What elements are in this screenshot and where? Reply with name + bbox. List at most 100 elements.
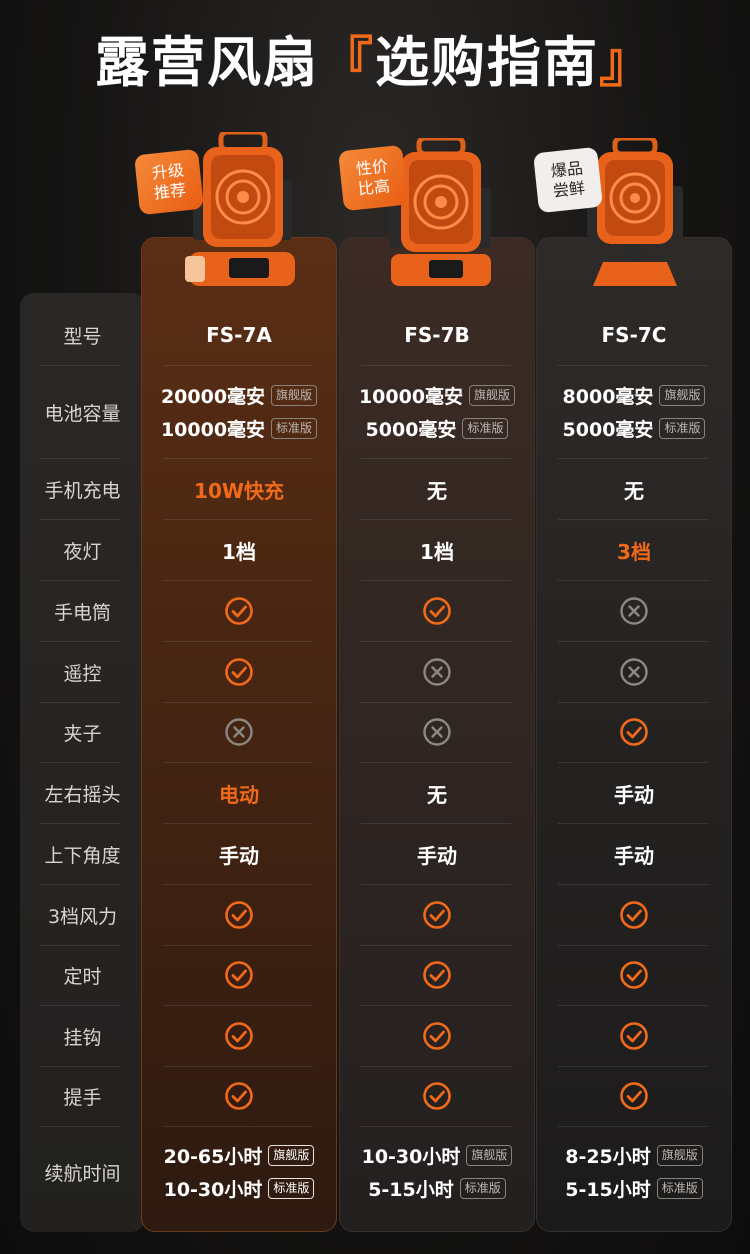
cell-hook-fs-7c bbox=[536, 1006, 732, 1066]
row-label-tilt-ud: 上下角度 bbox=[44, 844, 121, 867]
runtime-value: 10-30小时 bbox=[163, 1179, 263, 1201]
check-icon bbox=[422, 1081, 452, 1111]
check-icon bbox=[224, 596, 254, 626]
cell-tilt-ud-fs-7c: 手动 bbox=[536, 824, 732, 884]
cell-remote-fs-7c bbox=[536, 642, 732, 702]
model-name: FS-7C bbox=[601, 323, 667, 347]
check-icon bbox=[224, 1021, 254, 1051]
battery-value: 5000毫安 bbox=[365, 419, 457, 441]
cell-runtime-fs-7b: 10-30小时 旗舰版 5-15小时 标准版 bbox=[339, 1127, 535, 1217]
cell-swing-lr-fs-7b: 无 bbox=[339, 763, 535, 823]
check-icon bbox=[224, 960, 254, 990]
check-icon bbox=[224, 657, 254, 687]
row-label-swing-lr: 左右摇头 bbox=[44, 783, 121, 806]
check-icon bbox=[422, 960, 452, 990]
battery-value: 10000毫安 bbox=[358, 386, 464, 408]
check-icon bbox=[422, 900, 452, 930]
feature-value: 1档 bbox=[420, 539, 454, 564]
badge-line: 推荐 bbox=[153, 180, 187, 203]
row-label-hook: 挂钩 bbox=[63, 1026, 102, 1049]
edition-tag: 旗舰版 bbox=[271, 385, 318, 406]
runtime-value: 5-15小时 bbox=[368, 1179, 454, 1201]
edition-tag: 旗舰版 bbox=[659, 385, 706, 406]
cell-charging-fs-7c: 无 bbox=[536, 459, 732, 519]
edition-tag: 旗舰版 bbox=[268, 1145, 315, 1166]
check-icon bbox=[224, 1081, 254, 1111]
row-label-nightlight: 夜灯 bbox=[63, 540, 102, 563]
row-label-timer: 定时 bbox=[63, 965, 102, 988]
page-title: 露营风扇『选购指南』 bbox=[0, 18, 750, 97]
cell-swing-lr-fs-7c: 手动 bbox=[536, 763, 732, 823]
title-accent-text: 选购指南 bbox=[375, 31, 599, 94]
feature-value: 无 bbox=[624, 478, 644, 503]
cell-charging-fs-7b: 无 bbox=[339, 459, 535, 519]
battery-value: 8000毫安 bbox=[562, 386, 654, 408]
cell-flashlight-fs-7b bbox=[339, 581, 535, 641]
cross-icon bbox=[619, 657, 649, 687]
badge-line: 比高 bbox=[357, 176, 391, 199]
feature-value: 1档 bbox=[222, 539, 256, 564]
cell-handle-fs-7b bbox=[339, 1066, 535, 1126]
cell-wind-fs-7a bbox=[141, 885, 337, 945]
cell-nightlight-fs-7b: 1档 bbox=[339, 520, 535, 580]
badge-line: 尝鲜 bbox=[552, 178, 586, 201]
battery-values: 10000毫安 旗舰版 5000毫安 标准版 bbox=[358, 382, 516, 442]
row-label-model: 型号 bbox=[63, 325, 102, 348]
edition-tag: 旗舰版 bbox=[469, 385, 516, 406]
cell-swing-lr-fs-7a: 电动 bbox=[141, 763, 337, 823]
battery-value: 5000毫安 bbox=[562, 419, 654, 441]
cell-runtime-fs-7c: 8-25小时 旗舰版 5-15小时 标准版 bbox=[536, 1127, 732, 1217]
model-name: FS-7A bbox=[206, 323, 272, 347]
badge-hot-try: 爆品 尝鲜 bbox=[533, 146, 603, 214]
battery-values: 8000毫安 旗舰版 5000毫安 标准版 bbox=[563, 382, 706, 442]
cross-icon bbox=[619, 596, 649, 626]
product-image-fs-7c bbox=[587, 138, 683, 286]
badge-upgrade-recommended: 升级 推荐 bbox=[134, 148, 204, 216]
edition-tag: 标准版 bbox=[659, 418, 706, 439]
row-label-clip: 夹子 bbox=[63, 722, 102, 745]
cell-clip-fs-7c bbox=[536, 702, 732, 762]
runtime-line: 10-30小时 旗舰版 bbox=[362, 1142, 513, 1169]
cell-flashlight-fs-7a bbox=[141, 581, 337, 641]
cell-wind-fs-7b bbox=[339, 885, 535, 945]
feature-value: 无 bbox=[427, 478, 447, 503]
title-bracket-close: 』 bbox=[599, 31, 655, 94]
cell-tilt-ud-fs-7a: 手动 bbox=[141, 824, 337, 884]
row-label-runtime: 续航时间 bbox=[44, 1162, 121, 1185]
cross-icon bbox=[224, 717, 254, 747]
feature-value: 3档 bbox=[617, 539, 651, 564]
row-label-battery: 电池容量 bbox=[44, 402, 121, 425]
row-label-charging: 手机充电 bbox=[44, 479, 121, 502]
runtime-line: 8-25小时 旗舰版 bbox=[565, 1142, 703, 1169]
cell-model-fs-7c: FS-7C bbox=[536, 305, 732, 365]
feature-value: 无 bbox=[427, 782, 447, 807]
cell-timer-fs-7a bbox=[141, 945, 337, 1005]
cell-model-fs-7a: FS-7A bbox=[141, 305, 337, 365]
cell-wind-fs-7c bbox=[536, 885, 732, 945]
runtime-values: 8-25小时 旗舰版 5-15小时 标准版 bbox=[565, 1142, 703, 1202]
check-icon bbox=[619, 1021, 649, 1051]
cell-timer-fs-7b bbox=[339, 945, 535, 1005]
cell-hook-fs-7b bbox=[339, 1006, 535, 1066]
battery-line: 5000毫安 标准版 bbox=[563, 415, 706, 442]
battery-line: 10000毫安 标准版 bbox=[160, 415, 318, 442]
cell-remote-fs-7a bbox=[141, 642, 337, 702]
battery-value: 10000毫安 bbox=[160, 419, 266, 441]
cell-clip-fs-7a bbox=[141, 702, 337, 762]
runtime-value: 20-65小时 bbox=[163, 1146, 263, 1168]
row-label-remote: 遥控 bbox=[63, 662, 102, 685]
title-main: 露营风扇 bbox=[95, 31, 319, 94]
cell-hook-fs-7a bbox=[141, 1006, 337, 1066]
feature-value: 手动 bbox=[417, 843, 457, 868]
model-name: FS-7B bbox=[404, 323, 470, 347]
cell-battery-fs-7a: 20000毫安 旗舰版 10000毫安 标准版 bbox=[141, 366, 337, 458]
battery-value: 20000毫安 bbox=[160, 386, 266, 408]
row-label-wind: 3档风力 bbox=[47, 905, 118, 928]
runtime-value: 10-30小时 bbox=[361, 1146, 461, 1168]
cross-icon bbox=[422, 717, 452, 747]
runtime-line: 20-65小时 旗舰版 bbox=[164, 1142, 315, 1169]
cell-battery-fs-7c: 8000毫安 旗舰版 5000毫安 标准版 bbox=[536, 366, 732, 458]
cell-handle-fs-7c bbox=[536, 1066, 732, 1126]
feature-value: 手动 bbox=[614, 782, 654, 807]
runtime-line: 5-15小时 标准版 bbox=[368, 1175, 506, 1202]
